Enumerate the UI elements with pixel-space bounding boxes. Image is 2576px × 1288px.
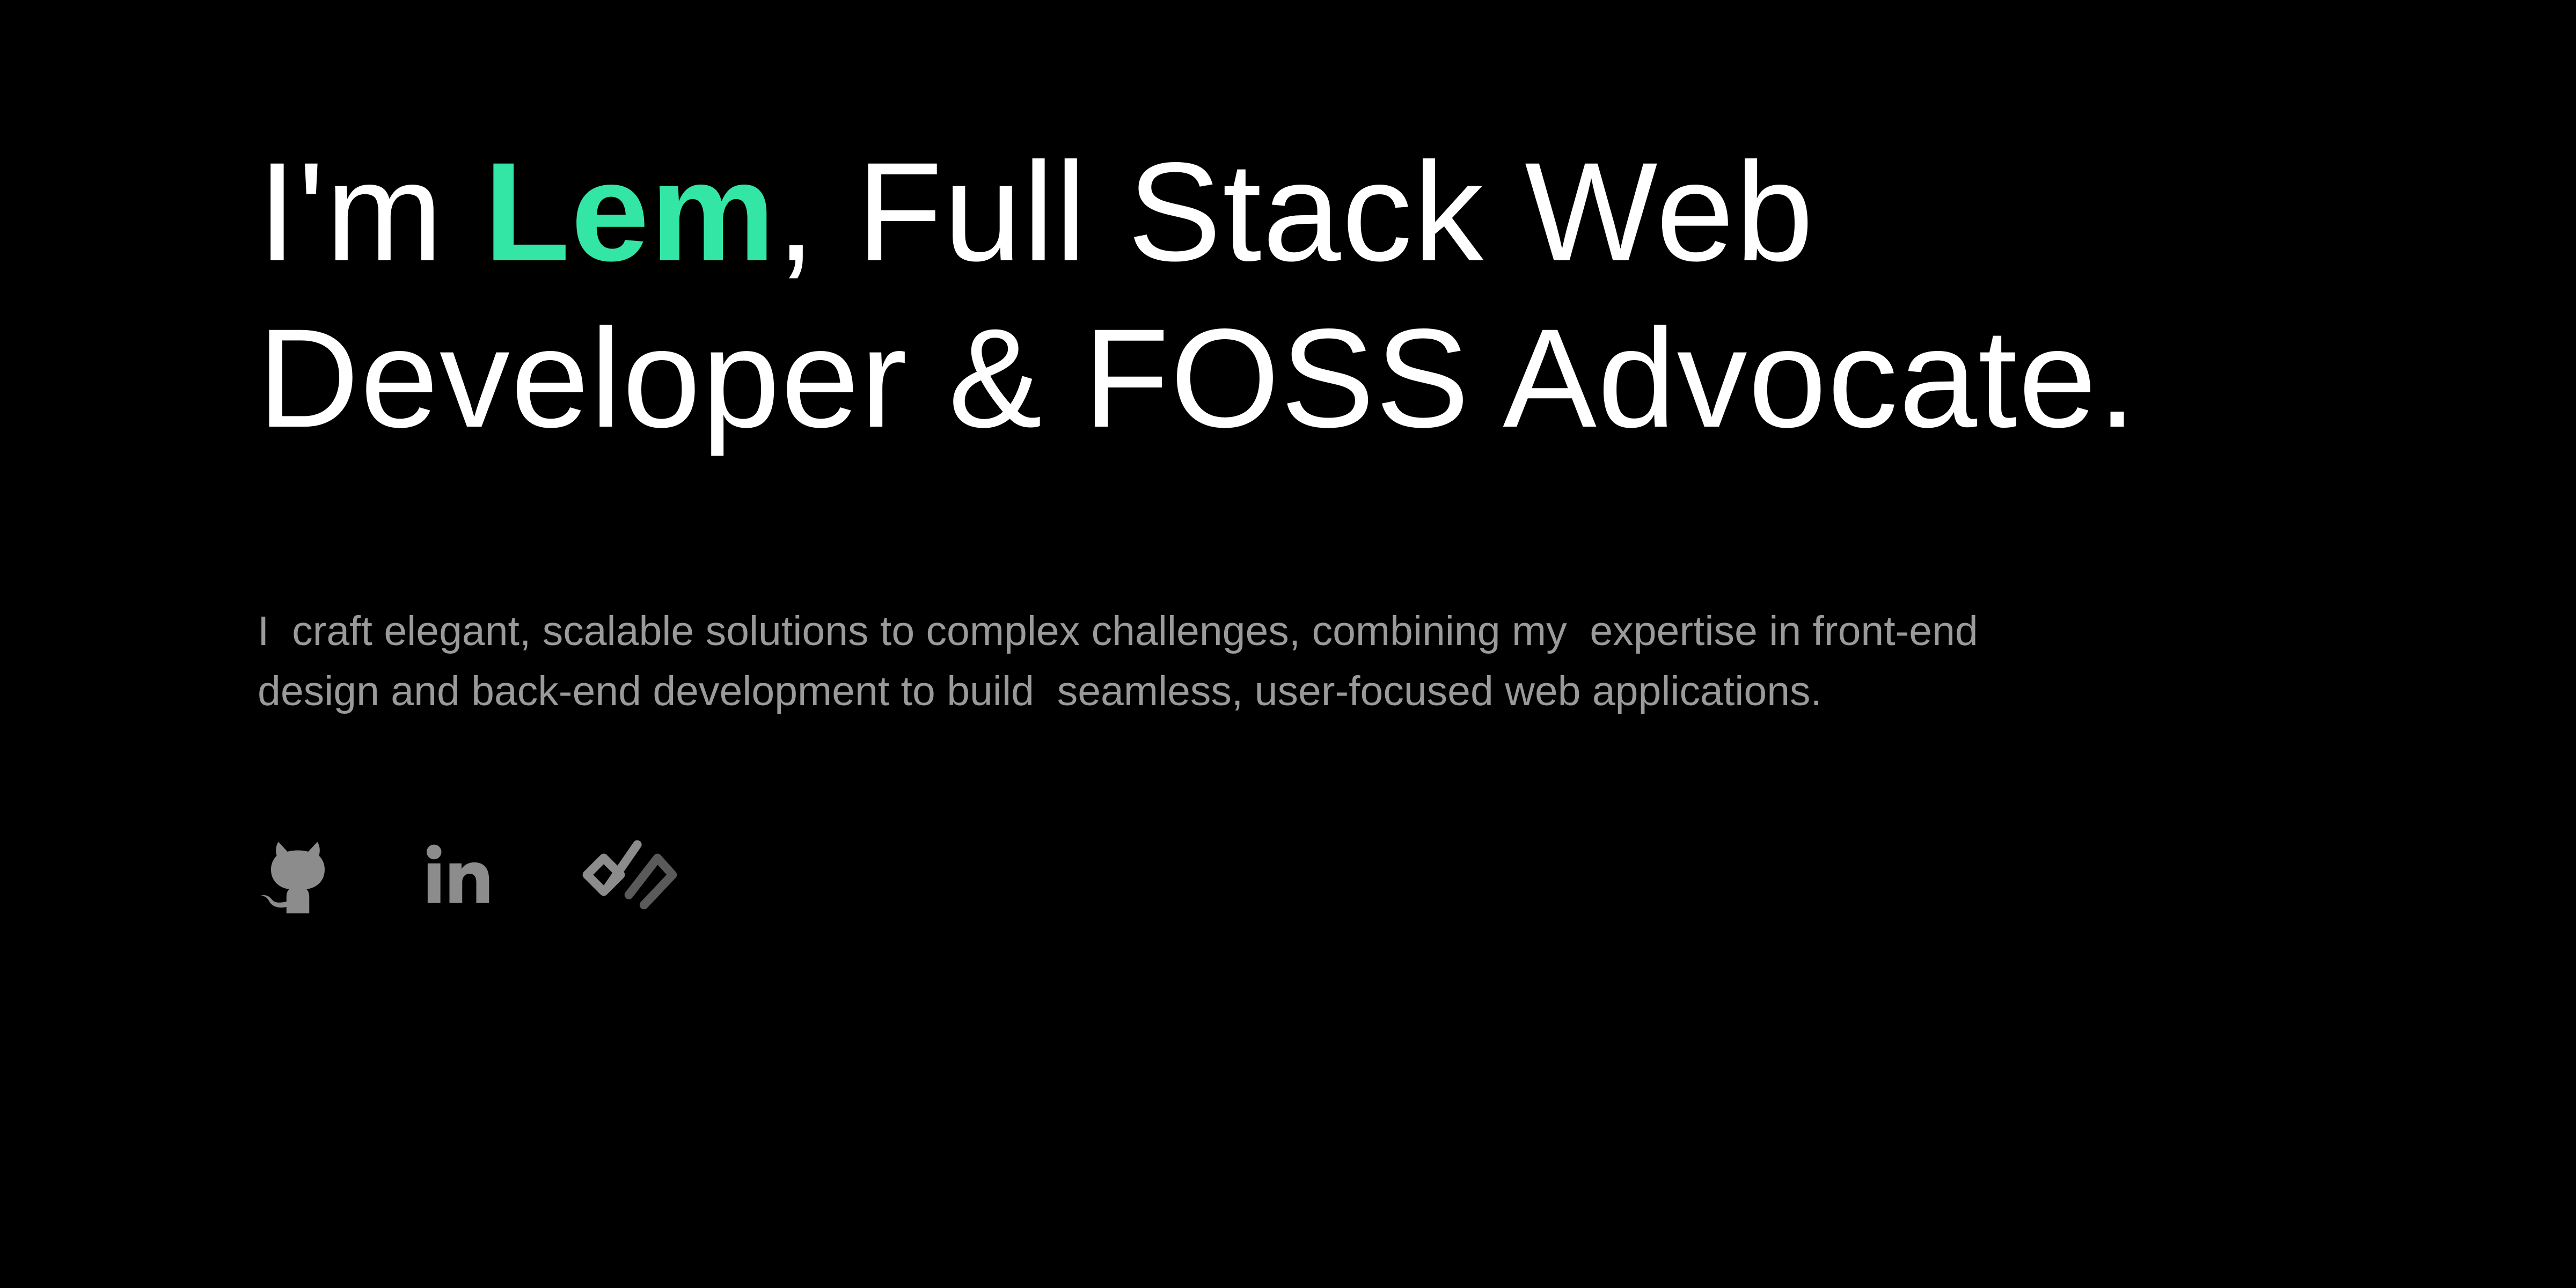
- hero-headline: I'm Lem, Full Stack Web Developer & FOSS …: [258, 129, 2351, 462]
- linkedin-icon: [427, 844, 489, 903]
- headline-suffix: , Full Stack Web: [776, 133, 1815, 290]
- linkedin-link[interactable]: [419, 835, 499, 915]
- intro-line-2: design and back-end development to build…: [258, 668, 1822, 714]
- intro-line-1: I craft elegant, scalable solutions to c…: [258, 608, 1978, 654]
- headline-prefix: I'm: [258, 133, 484, 290]
- hero-section: I'm Lem, Full Stack Web Developer & FOSS …: [258, 129, 2351, 913]
- headline-name: Lem: [484, 133, 777, 290]
- github-icon: [259, 841, 325, 913]
- headline-line-2: Developer & FOSS Advocate.: [258, 299, 2138, 457]
- intro-paragraph: I craft elegant, scalable solutions to c…: [258, 601, 2254, 721]
- github-link[interactable]: [258, 835, 338, 915]
- devto-link[interactable]: [580, 835, 682, 915]
- devto-icon: [582, 840, 677, 910]
- social-links: [258, 835, 682, 915]
